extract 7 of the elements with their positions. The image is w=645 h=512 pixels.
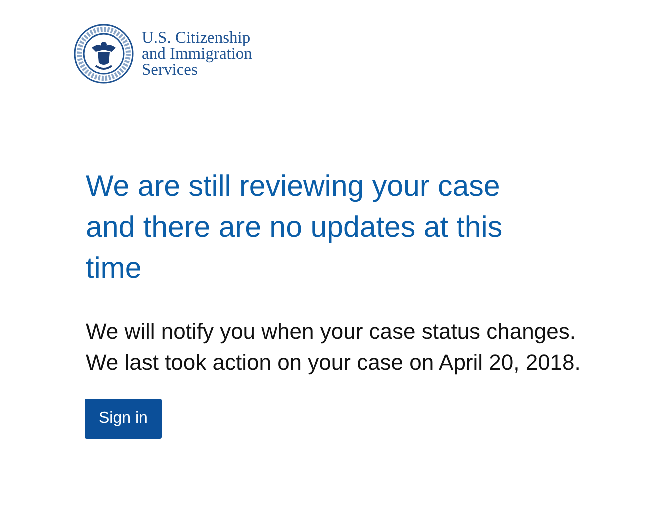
status-title: We are still reviewing your case and there are no updates at this time: [86, 169, 504, 287]
agency-name-line: U.S. Citizenship: [142, 30, 252, 46]
agency-name-line: and Immigration: [142, 46, 252, 62]
seal-icon: [74, 24, 134, 84]
agency-name-line: Services: [142, 62, 198, 78]
sign-in-button[interactable]: Sign in: [85, 399, 162, 439]
status-message: We will notify you when your case status changes. We last took action on your case on April 20, 2018.: [86, 318, 582, 377]
